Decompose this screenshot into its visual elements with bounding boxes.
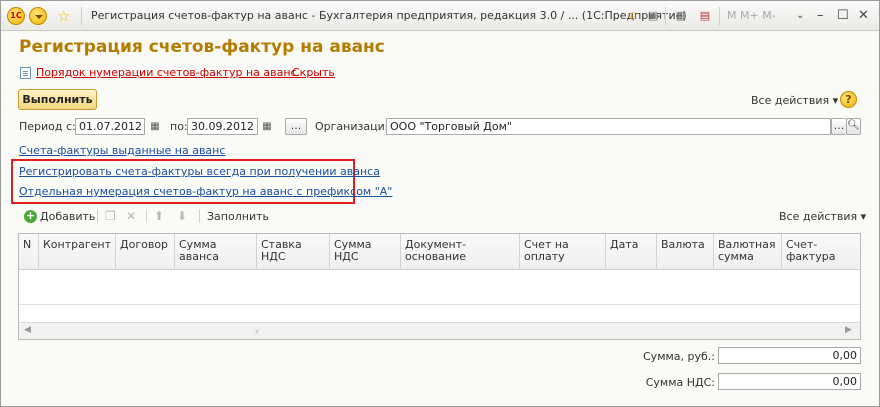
memory-buttons[interactable]: M M+ M- [727, 9, 776, 22]
col-header-currency[interactable]: Валюта [657, 234, 714, 270]
1c-logo-icon[interactable]: 1С [7, 7, 25, 25]
period-select-button[interactable]: ... [285, 118, 307, 135]
favorite-star-icon[interactable]: ☆ [57, 7, 70, 25]
close-icon[interactable]: ✕ [858, 7, 869, 25]
col-header-contract[interactable]: Договор [116, 234, 175, 270]
page-title: Регистрация счетов-фактур на аванс [19, 37, 385, 57]
col-header-advance-sum[interactable]: Сумма аванса [175, 234, 257, 270]
col-header-vat-sum[interactable]: Сумма НДС [330, 234, 401, 270]
divider [97, 209, 98, 223]
copy-icon[interactable]: ❐ [105, 209, 116, 223]
col-header-counterparty[interactable]: Контрагент [39, 234, 116, 270]
move-up-icon[interactable]: ⬆ [154, 209, 164, 223]
move-down-icon[interactable]: ⬇ [177, 209, 187, 223]
fill-button[interactable]: Заполнить [207, 210, 269, 223]
divider [719, 7, 720, 25]
organization-open-icon[interactable]: 🔍︎ [846, 118, 861, 135]
scroll-grip-icon[interactable]: ▾ [255, 327, 259, 336]
col-header-invoice[interactable]: Счет-фактура [782, 234, 860, 270]
window-title: Регистрация счетов-фактур на аванс - Бух… [91, 9, 687, 22]
calendar-icon[interactable]: ▤ [697, 8, 713, 24]
add-icon[interactable]: + [24, 210, 37, 223]
total-sum-label: Сумма, руб.: [643, 350, 715, 363]
col-header-date[interactable]: Дата [606, 234, 657, 270]
col-header-n[interactable]: N [19, 234, 39, 270]
all-actions-menu[interactable]: Все действия ▾ [751, 94, 838, 107]
divider [146, 209, 147, 223]
calendar-to-icon[interactable]: ▦ [260, 120, 274, 134]
numbering-order-link[interactable]: Порядок нумерации счетов-фактур на аванс [36, 66, 297, 79]
minimize-icon[interactable]: – [817, 7, 824, 25]
hide-link[interactable]: Скрыть [292, 66, 335, 79]
horizontal-scrollbar[interactable]: ◀ ▾ ▶ [19, 322, 860, 339]
history-icon[interactable]: ▣ [645, 8, 661, 24]
title-bar: 1С ☆ Регистрация счетов-фактур на аванс … [1, 1, 879, 31]
main-menu-icon[interactable] [29, 7, 47, 25]
col-header-base-document[interactable]: Документ-основание [401, 234, 520, 270]
total-vat-field[interactable]: 0,00 [718, 373, 861, 390]
period-from-input[interactable]: 01.07.2012 [75, 118, 145, 135]
table-header: N Контрагент Договор Сумма аванса Ставка… [19, 234, 860, 270]
favorite-add-icon[interactable]: ✩ [625, 8, 641, 24]
total-sum-field[interactable]: 0,00 [718, 347, 861, 364]
divider [665, 7, 666, 25]
document-icon [20, 67, 31, 79]
organization-input[interactable]: ООО "Торговый Дом" [386, 118, 831, 135]
table-body[interactable] [19, 271, 860, 305]
delete-icon[interactable]: ✕ [126, 209, 136, 223]
organization-select-button[interactable]: ... [831, 118, 846, 135]
period-to-input[interactable]: 30.09.2012 [187, 118, 258, 135]
issued-invoices-link[interactable]: Счета-фактуры выданные на аванс [19, 144, 225, 157]
separate-numbering-link[interactable]: Отдельная нумерация счетов-фактур на ава… [19, 185, 392, 198]
total-vat-label: Сумма НДС: [645, 376, 715, 389]
organization-label: Организация: [315, 120, 396, 133]
period-to-label: по: [170, 120, 188, 133]
run-button[interactable]: Выполнить [18, 89, 97, 110]
scroll-left-icon[interactable]: ◀ [24, 325, 31, 335]
col-header-payment-invoice[interactable]: Счет на оплату [520, 234, 606, 270]
period-from-label: Период с: [19, 120, 76, 133]
app-window: 1С ☆ Регистрация счетов-фактур на аванс … [0, 0, 880, 407]
divider [199, 209, 200, 223]
chevron-down-icon[interactable]: ⌄ [796, 7, 804, 25]
col-header-vat-rate[interactable]: Ставка НДС [257, 234, 330, 270]
maximize-icon[interactable]: ☐ [837, 7, 849, 25]
col-header-currency-sum[interactable]: Валютная сумма [714, 234, 782, 270]
help-icon[interactable]: ? [840, 91, 857, 108]
table-all-actions-menu[interactable]: Все действия ▾ [779, 210, 866, 223]
scroll-right-icon[interactable]: ▶ [845, 325, 852, 335]
divider [81, 7, 82, 25]
invoices-table[interactable]: N Контрагент Договор Сумма аванса Ставка… [18, 233, 861, 340]
add-button[interactable]: Добавить [40, 210, 95, 223]
always-register-link[interactable]: Регистрировать счета-фактуры всегда при … [19, 165, 380, 178]
calendar-from-icon[interactable]: ▦ [148, 120, 162, 134]
calculator-icon[interactable]: ▦ [673, 8, 689, 24]
